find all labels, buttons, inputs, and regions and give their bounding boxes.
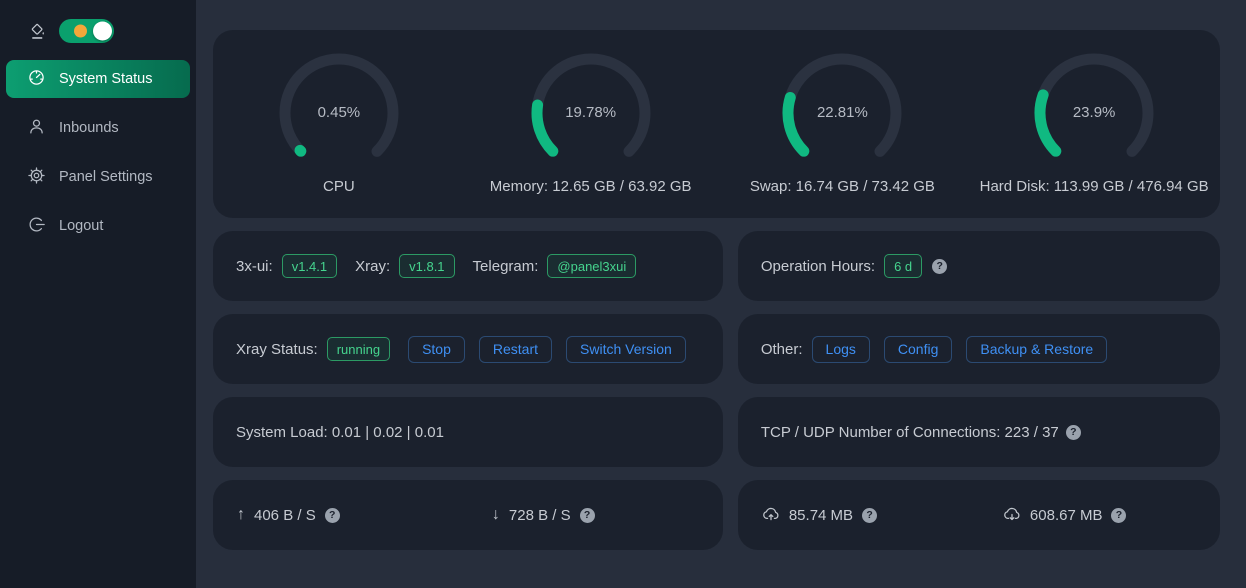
other-actions-card: Other: Logs Config Backup & Restore <box>738 314 1220 384</box>
xray-label: Xray: <box>355 258 390 275</box>
backup-restore-button[interactable]: Backup & Restore <box>966 336 1107 363</box>
total-upload: 85.74 MB ? <box>738 505 979 526</box>
sidebar-item-logout[interactable]: Logout <box>6 207 190 245</box>
dashboard-icon <box>28 69 45 90</box>
theme-toggle[interactable] <box>59 19 114 43</box>
swap-label: Swap: 16.74 GB / 73.42 GB <box>750 178 935 195</box>
xray-version-tag: v1.8.1 <box>399 254 454 278</box>
help-icon[interactable]: ? <box>580 508 595 523</box>
help-icon[interactable]: ? <box>1066 425 1081 440</box>
sidebar-item-label: Logout <box>59 218 103 234</box>
upload-speed-value: 406 B / S <box>254 507 316 524</box>
connections-text: TCP / UDP Number of Connections: 223 / 3… <box>761 424 1059 441</box>
cards-grid: 3x-ui: v1.4.1 Xray: v1.8.1 Telegram: @pa… <box>213 231 1220 550</box>
swap-percent: 22.81% <box>782 104 902 121</box>
paint-bucket-icon[interactable] <box>28 22 47 41</box>
app-window: System Status Inbounds <box>0 0 1246 588</box>
memory-gauge-chart: 19.78% <box>531 53 651 173</box>
cloud-upload-icon <box>762 505 780 526</box>
download-speed: ↓ 728 B / S ? <box>468 506 723 524</box>
sidebar-item-system-status[interactable]: System Status <box>6 60 190 98</box>
xray-status-card: Xray Status: running Stop Restart Switch… <box>213 314 723 384</box>
gauge-memory: 19.78% Memory: 12.65 GB / 63.92 GB <box>465 30 717 218</box>
swap-gauge-chart: 22.81% <box>782 53 902 173</box>
sidebar-item-inbounds[interactable]: Inbounds <box>6 109 190 147</box>
total-upload-value: 85.74 MB <box>789 507 853 524</box>
connections-card: TCP / UDP Number of Connections: 223 / 3… <box>738 397 1220 467</box>
logs-button[interactable]: Logs <box>812 336 870 363</box>
switch-version-button[interactable]: Switch Version <box>566 336 686 363</box>
download-speed-value: 728 B / S <box>509 507 571 524</box>
xui-version-tag: v1.4.1 <box>282 254 337 278</box>
system-load-card: System Load: 0.01 | 0.02 | 0.01 <box>213 397 723 467</box>
xray-status-label: Xray Status: <box>236 341 318 358</box>
hard-disk-label: Hard Disk: 113.99 GB / 476.94 GB <box>980 178 1209 195</box>
upload-speed: ↑ 406 B / S ? <box>213 506 468 524</box>
cloud-download-icon <box>1003 505 1021 526</box>
memory-label: Memory: 12.65 GB / 63.92 GB <box>490 178 692 195</box>
gear-icon <box>28 167 45 188</box>
toggle-knob <box>93 22 112 41</box>
system-load-text: System Load: 0.01 | 0.02 | 0.01 <box>236 424 444 441</box>
help-icon[interactable]: ? <box>325 508 340 523</box>
main-content: 0.45% CPU 19.78% Memory: 12.65 GB / 63.9… <box>196 0 1246 588</box>
hard-disk-gauge-chart: 23.9% <box>1034 53 1154 173</box>
other-label: Other: <box>761 341 803 358</box>
sidebar-menu: System Status Inbounds <box>0 60 196 245</box>
sidebar-item-label: Panel Settings <box>59 169 153 185</box>
network-speed-card: ↑ 406 B / S ? ↓ 728 B / S ? <box>213 480 723 550</box>
cpu-label: CPU <box>323 178 355 195</box>
sidebar-top <box>0 16 196 46</box>
cpu-gauge-chart: 0.45% <box>279 53 399 173</box>
xray-status-tag: running <box>327 337 390 361</box>
gauge-cpu: 0.45% CPU <box>213 30 465 218</box>
logout-icon <box>28 216 45 237</box>
sidebar-item-panel-settings[interactable]: Panel Settings <box>6 158 190 196</box>
gauge-hard-disk: 23.9% Hard Disk: 113.99 GB / 476.94 GB <box>968 30 1220 218</box>
operation-hours-tag: 6 d <box>884 254 922 278</box>
help-icon[interactable]: ? <box>1111 508 1126 523</box>
sidebar-item-label: System Status <box>59 71 152 87</box>
restart-button[interactable]: Restart <box>479 336 552 363</box>
system-gauges-card: 0.45% CPU 19.78% Memory: 12.65 GB / 63.9… <box>213 30 1220 218</box>
cpu-percent: 0.45% <box>279 104 399 121</box>
user-icon <box>28 118 45 139</box>
operation-hours-card: Operation Hours: 6 d ? <box>738 231 1220 301</box>
sidebar-item-label: Inbounds <box>59 120 119 136</box>
sun-icon <box>74 25 87 38</box>
network-usage-card: 85.74 MB ? 608.67 MB ? <box>738 480 1220 550</box>
help-icon[interactable]: ? <box>862 508 877 523</box>
arrow-up-icon: ↑ <box>237 506 245 524</box>
hard-disk-percent: 23.9% <box>1034 104 1154 121</box>
total-download-value: 608.67 MB <box>1030 507 1103 524</box>
gauge-swap: 22.81% Swap: 16.74 GB / 73.42 GB <box>717 30 969 218</box>
version-info-card: 3x-ui: v1.4.1 Xray: v1.8.1 Telegram: @pa… <box>213 231 723 301</box>
config-button[interactable]: Config <box>884 336 952 363</box>
telegram-label: Telegram: <box>473 258 539 275</box>
xui-label: 3x-ui: <box>236 258 273 275</box>
total-download: 608.67 MB ? <box>979 505 1220 526</box>
memory-percent: 19.78% <box>531 104 651 121</box>
arrow-down-icon: ↓ <box>492 506 500 524</box>
operation-hours-label: Operation Hours: <box>761 258 875 275</box>
stop-button[interactable]: Stop <box>408 336 465 363</box>
help-icon[interactable]: ? <box>932 259 947 274</box>
sidebar: System Status Inbounds <box>0 0 196 588</box>
telegram-tag[interactable]: @panel3xui <box>547 254 636 278</box>
